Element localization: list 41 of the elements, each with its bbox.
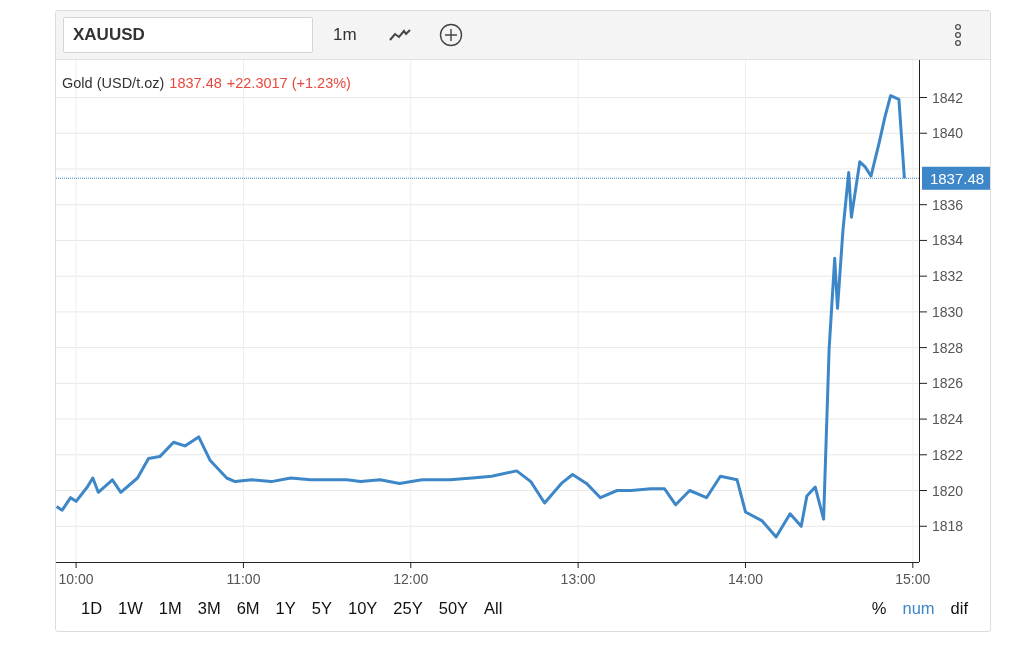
range-button[interactable]: 1W — [110, 596, 151, 620]
y-tick-label: 1840 — [932, 125, 964, 142]
y-tick-label: 1826 — [932, 375, 964, 392]
x-tick-label: 15:00 — [895, 571, 931, 587]
range-button[interactable]: All — [476, 596, 511, 620]
y-tick-label: 1818 — [932, 518, 964, 535]
x-tick-label: 13:00 — [560, 571, 596, 587]
y-tick-label: 1822 — [932, 446, 964, 463]
add-icon[interactable] — [438, 23, 463, 47]
y-tick-label: 1830 — [932, 303, 964, 320]
mode-button[interactable]: dif — [942, 596, 976, 620]
y-tick-label: 1832 — [932, 268, 964, 285]
range-button[interactable]: 1Y — [267, 596, 304, 620]
mode-button[interactable]: % — [863, 596, 895, 620]
more-icon[interactable] — [954, 23, 962, 47]
range-button[interactable]: 6M — [228, 596, 268, 620]
y-tick-label: 1834 — [932, 232, 964, 249]
x-tick-label: 14:00 — [727, 571, 763, 587]
instrument-name: Gold (USD/t.oz) — [62, 75, 165, 91]
range-button[interactable]: 25Y — [385, 596, 431, 620]
range-button[interactable]: 50Y — [430, 596, 477, 620]
x-tick-label: 10:00 — [58, 571, 94, 587]
price-change: +22.3017 (+1.23%) — [226, 75, 351, 91]
line-chart-icon[interactable] — [388, 28, 411, 42]
x-tick-label: 12:00 — [393, 571, 429, 587]
range-button[interactable]: 1D — [73, 596, 111, 620]
y-tick-label: 1836 — [932, 196, 964, 213]
y-tick-label: 1820 — [932, 482, 964, 499]
y-tick-label: 1828 — [932, 339, 964, 356]
mode-button[interactable]: num — [894, 596, 943, 620]
range-button[interactable]: 5Y — [303, 596, 340, 620]
price-tag: 1837.48 — [922, 166, 990, 190]
range-button[interactable]: 1M — [150, 596, 190, 620]
range-button[interactable]: 10Y — [340, 596, 386, 620]
range-button[interactable]: 3M — [189, 596, 229, 620]
x-tick-label: 11:00 — [226, 571, 261, 587]
y-tick-label: 1842 — [932, 89, 964, 106]
y-tick-label: 1824 — [932, 411, 964, 428]
symbol-field[interactable]: XAUUSD — [63, 17, 313, 53]
interval-button[interactable]: 1m — [329, 21, 361, 49]
last-price: 1837.48 — [169, 75, 222, 91]
